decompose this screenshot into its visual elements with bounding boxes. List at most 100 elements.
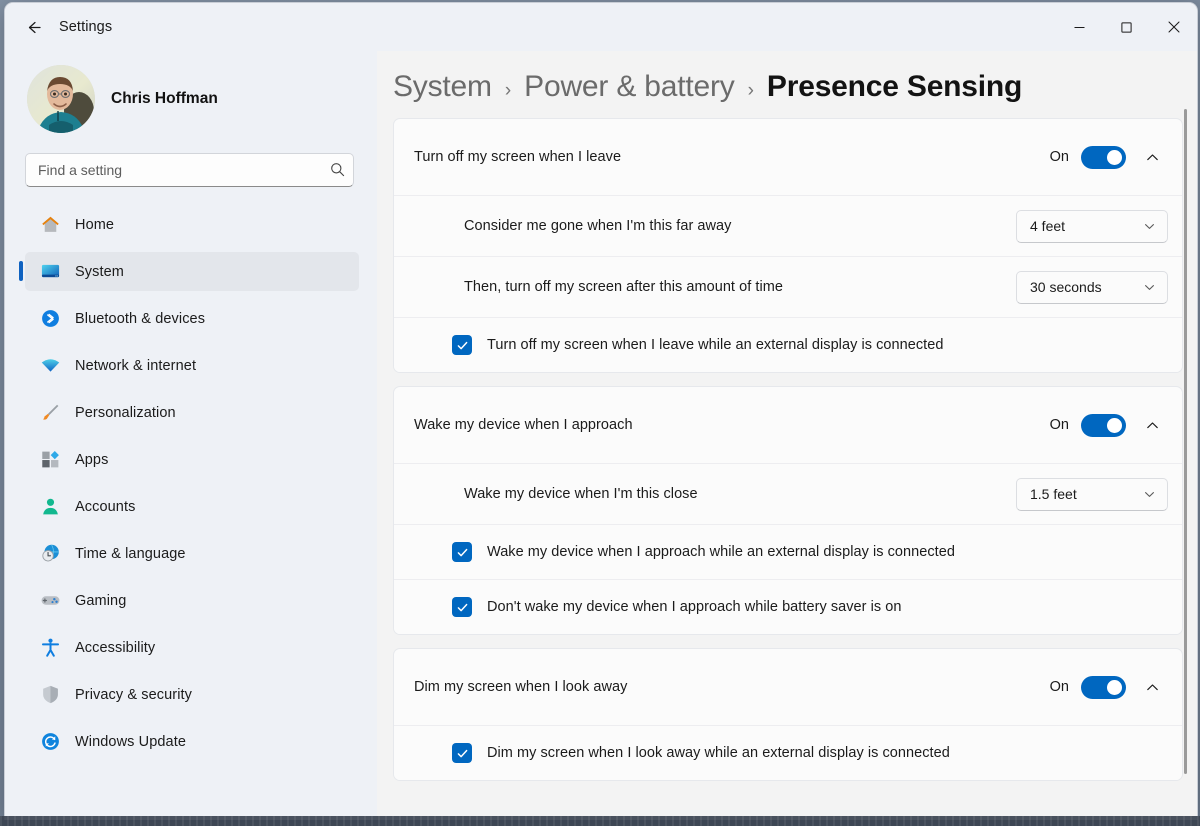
setting-row-label: Wake my device when I'm this close bbox=[464, 486, 1016, 502]
sidebar-item-label: Home bbox=[75, 217, 114, 233]
setting-row: Turn off my screen when I leave while an… bbox=[394, 317, 1182, 372]
sidebar-item-gaming[interactable]: Gaming bbox=[25, 581, 359, 620]
breadcrumb-item-system[interactable]: System bbox=[393, 70, 492, 104]
settings-cards: Turn off my screen when I leaveOnConside… bbox=[393, 118, 1183, 781]
checkbox-label[interactable]: Turn off my screen when I leave while an… bbox=[487, 337, 943, 353]
setting-row: Consider me gone when I'm this far away4… bbox=[394, 195, 1182, 256]
setting-row: Wake my device when I'm this close 1.5 fe… bbox=[394, 463, 1182, 524]
toggle-state-label: On bbox=[1050, 679, 1069, 695]
search-input[interactable] bbox=[25, 153, 354, 187]
title-bar: Settings bbox=[5, 3, 1197, 51]
clock-globe-icon bbox=[39, 543, 61, 565]
window-content: Chris Hoffman Home System Bluetooth & devi… bbox=[5, 51, 1197, 820]
bluetooth-icon bbox=[39, 308, 61, 330]
sidebar-item-accessibility[interactable]: Accessibility bbox=[25, 628, 359, 667]
checkbox-label[interactable]: Dim my screen when I look away while an … bbox=[487, 745, 950, 761]
settings-card-dim-my-screen-when-i-look-away: Dim my screen when I look awayOnDim my s… bbox=[393, 648, 1183, 781]
person-icon bbox=[39, 496, 61, 518]
sidebar-item-label: Gaming bbox=[75, 593, 126, 609]
chevron-down-icon bbox=[1143, 281, 1156, 294]
setting-row: Wake my device when I approach while an … bbox=[394, 524, 1182, 579]
sidebar-item-label: System bbox=[75, 264, 124, 280]
breadcrumb-item-presence-sensing: Presence Sensing bbox=[767, 70, 1022, 104]
shield-icon bbox=[39, 684, 61, 706]
sidebar-item-time-language[interactable]: Time & language bbox=[25, 534, 359, 573]
sidebar: Chris Hoffman Home System Bluetooth & devi… bbox=[5, 51, 377, 820]
checkbox[interactable] bbox=[452, 743, 472, 763]
card-header: Dim my screen when I look awayOn bbox=[394, 649, 1182, 725]
sidebar-item-apps[interactable]: Apps bbox=[25, 440, 359, 479]
sidebar-item-network-internet[interactable]: Network & internet bbox=[25, 346, 359, 385]
user-avatar-photo bbox=[27, 65, 95, 133]
sidebar-item-label: Accounts bbox=[75, 499, 135, 515]
update-refresh-icon bbox=[39, 731, 61, 753]
close-button[interactable] bbox=[1150, 3, 1197, 51]
card-title: Dim my screen when I look away bbox=[414, 679, 1050, 695]
toggle-switch[interactable] bbox=[1081, 676, 1126, 699]
chevron-up-icon[interactable] bbox=[1136, 671, 1168, 703]
dropdown-select[interactable]: 1.5 feet bbox=[1016, 478, 1168, 511]
checkbox-label[interactable]: Don't wake my device when I approach whi… bbox=[487, 599, 902, 615]
breadcrumb-item-power-and-battery[interactable]: Power & battery bbox=[524, 70, 734, 104]
sidebar-item-label: Apps bbox=[75, 452, 108, 468]
sidebar-nav-list: Home System Bluetooth & devices Network & i… bbox=[25, 205, 359, 761]
sidebar-item-privacy-security[interactable]: Privacy & security bbox=[25, 675, 359, 714]
card-header: Turn off my screen when I leaveOn bbox=[394, 119, 1182, 195]
taskbar-icons bbox=[0, 816, 1200, 826]
toggle-state-label: On bbox=[1050, 417, 1069, 433]
sidebar-item-system[interactable]: System bbox=[25, 252, 359, 291]
card-title: Wake my device when I approach bbox=[414, 417, 1050, 433]
user-profile[interactable]: Chris Hoffman bbox=[25, 51, 359, 153]
scrollbar[interactable] bbox=[1181, 107, 1191, 820]
setting-row: Dim my screen when I look away while an … bbox=[394, 725, 1182, 780]
minimize-button[interactable] bbox=[1056, 3, 1103, 51]
paintbrush-icon bbox=[39, 402, 61, 424]
chevron-down-icon bbox=[1143, 488, 1156, 501]
sidebar-item-accounts[interactable]: Accounts bbox=[25, 487, 359, 526]
toggle-state-label: On bbox=[1050, 149, 1069, 165]
sidebar-item-bluetooth-devices[interactable]: Bluetooth & devices bbox=[25, 299, 359, 338]
sidebar-item-label: Personalization bbox=[75, 405, 176, 421]
gamepad-icon bbox=[39, 590, 61, 612]
toggle-switch[interactable] bbox=[1081, 414, 1126, 437]
setting-row: Then, turn off my screen after this amou… bbox=[394, 256, 1182, 317]
sidebar-item-windows-update[interactable]: Windows Update bbox=[25, 722, 359, 761]
checkbox-label[interactable]: Wake my device when I approach while an … bbox=[487, 544, 955, 560]
search-box bbox=[25, 153, 359, 187]
checkbox[interactable] bbox=[452, 335, 472, 355]
toggle-switch[interactable] bbox=[1081, 146, 1126, 169]
dropdown-value: 1.5 feet bbox=[1030, 486, 1077, 502]
toggle-knob bbox=[1107, 150, 1122, 165]
breadcrumb: System › Power & battery › Presence Sens… bbox=[393, 51, 1197, 118]
card-title: Turn off my screen when I leave bbox=[414, 149, 1050, 165]
main-panel: System › Power & battery › Presence Sens… bbox=[377, 51, 1197, 820]
maximize-button[interactable] bbox=[1103, 3, 1150, 51]
checkbox[interactable] bbox=[452, 597, 472, 617]
setting-row-label: Consider me gone when I'm this far away bbox=[464, 218, 1016, 234]
dropdown-select[interactable]: 30 seconds bbox=[1016, 271, 1168, 304]
card-header: Wake my device when I approachOn bbox=[394, 387, 1182, 463]
app-title: Settings bbox=[59, 19, 112, 35]
wifi-icon bbox=[39, 355, 61, 377]
checkbox[interactable] bbox=[452, 542, 472, 562]
back-arrow-icon[interactable] bbox=[15, 9, 51, 45]
profile-name: Chris Hoffman bbox=[111, 90, 218, 108]
dropdown-select[interactable]: 4 feet bbox=[1016, 210, 1168, 243]
sidebar-item-label: Network & internet bbox=[75, 358, 196, 374]
sidebar-item-label: Accessibility bbox=[75, 640, 155, 656]
chevron-up-icon[interactable] bbox=[1136, 409, 1168, 441]
setting-row-label: Then, turn off my screen after this amou… bbox=[464, 279, 1016, 295]
scrollbar-thumb[interactable] bbox=[1184, 109, 1187, 774]
sidebar-item-personalization[interactable]: Personalization bbox=[25, 393, 359, 432]
settings-card-turn-off-my-screen-when-i-leave: Turn off my screen when I leaveOnConside… bbox=[393, 118, 1183, 373]
sidebar-item-home[interactable]: Home bbox=[25, 205, 359, 244]
settings-card-wake-my-device-when-i-approach: Wake my device when I approachOnWake my … bbox=[393, 386, 1183, 635]
chevron-up-icon[interactable] bbox=[1136, 141, 1168, 173]
window-caption-buttons bbox=[1056, 3, 1197, 51]
settings-window: Settings bbox=[4, 2, 1198, 820]
breadcrumb-separator-2: › bbox=[748, 80, 754, 102]
desktop-background: Settings bbox=[0, 0, 1200, 826]
toggle-knob bbox=[1107, 418, 1122, 433]
sidebar-item-label: Privacy & security bbox=[75, 687, 192, 703]
breadcrumb-separator-1: › bbox=[505, 80, 511, 102]
